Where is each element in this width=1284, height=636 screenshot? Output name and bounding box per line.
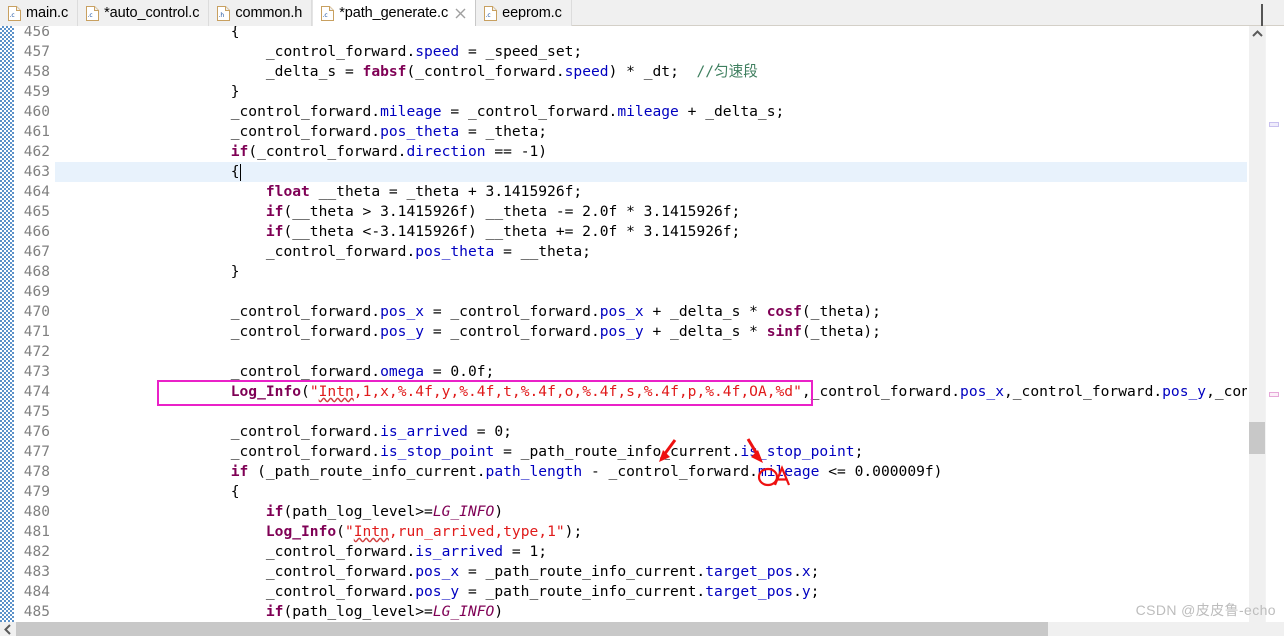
code-line[interactable]: _control_forward.omega = 0.0f; xyxy=(55,362,1247,382)
code-line[interactable]: _control_forward.pos_theta = _theta; xyxy=(55,122,1247,142)
code-line[interactable]: _control_forward.pos_x = _control_forwar… xyxy=(55,302,1247,322)
code-line[interactable]: _control_forward.is_stop_point = _path_r… xyxy=(55,442,1247,462)
code-line[interactable]: _control_forward.pos_y = _path_route_inf… xyxy=(55,582,1247,602)
code-line[interactable]: if(__theta > 3.1415926f) __theta -= 2.0f… xyxy=(55,202,1247,222)
line-number-gutter: 456 457 458 459 460 461 462 463 464 465 466 467 468 4… xyxy=(14,26,55,636)
line-number: 482 xyxy=(23,544,50,560)
line-number: 459 xyxy=(23,84,50,100)
tab-label: main.c xyxy=(26,5,69,21)
code-line[interactable]: if(path_log_level>=LG_INFO) xyxy=(55,602,1247,622)
overview-marker xyxy=(1269,392,1279,397)
code-line[interactable]: _control_forward.pos_y = _control_forwar… xyxy=(55,322,1247,342)
code-line[interactable]: float __theta = _theta + 3.1415926f; xyxy=(55,182,1247,202)
chevron-left-icon[interactable] xyxy=(0,622,16,636)
line-number: 461 xyxy=(23,124,50,140)
line-number: 470 xyxy=(23,304,50,320)
tab-eeprom-c[interactable]: .c eeprom.c xyxy=(476,0,572,26)
code-line[interactable]: { xyxy=(55,482,1247,502)
tab-auto-control-c[interactable]: .c *auto_control.c xyxy=(78,0,210,26)
line-number: 467 xyxy=(23,244,50,260)
line-number: 468 xyxy=(23,264,50,280)
line-number: 465 xyxy=(23,204,50,220)
line-number: 481 xyxy=(23,524,50,540)
code-line[interactable]: Log_Info("Intn,1,x,%.4f,y,%.4f,t,%.4f,o,… xyxy=(55,382,1247,402)
code-line[interactable]: if(path_log_level>=LG_INFO) xyxy=(55,502,1247,522)
h-file-icon: .h xyxy=(217,5,231,21)
line-number: 463 xyxy=(23,164,50,180)
code-line[interactable]: _control_forward.pos_theta = __theta; xyxy=(55,242,1247,262)
line-number: 479 xyxy=(23,484,50,500)
code-line[interactable]: _control_forward.is_arrived = 0; xyxy=(55,422,1247,442)
code-text-area[interactable]: { _control_forward.speed = _speed_set; _… xyxy=(55,26,1247,622)
text-caret xyxy=(239,164,241,181)
c-file-icon: .c xyxy=(321,5,335,21)
code-line[interactable]: } xyxy=(55,262,1247,282)
line-number: 474 xyxy=(23,384,50,400)
tab-label: eeprom.c xyxy=(502,5,562,21)
c-file-icon: .c xyxy=(484,5,498,21)
line-number: 464 xyxy=(23,184,50,200)
overview-ruler[interactable] xyxy=(1265,26,1284,622)
code-line[interactable]: _control_forward.mileage = _control_forw… xyxy=(55,102,1247,122)
line-number: 477 xyxy=(23,444,50,460)
vertical-scrollbar-thumb[interactable] xyxy=(1249,422,1266,454)
tab-path-generate-c[interactable]: .c *path_generate.c xyxy=(312,0,477,26)
code-line[interactable]: _delta_s = fabsf(_control_forward.speed)… xyxy=(55,62,1247,82)
line-number: 466 xyxy=(23,224,50,240)
editor-tab-bar: .c main.c .c *auto_control.c .h common.h xyxy=(0,0,1284,27)
code-line[interactable]: if (_path_route_info_current.path_length… xyxy=(55,462,1247,482)
horizontal-scrollbar-thumb[interactable] xyxy=(16,622,1048,636)
line-number: 460 xyxy=(23,104,50,120)
svg-text:.h: .h xyxy=(219,12,225,19)
line-number: 473 xyxy=(23,364,50,380)
line-number: 478 xyxy=(23,464,50,480)
code-line[interactable]: _control_forward.speed = _speed_set; xyxy=(55,42,1247,62)
line-number: 484 xyxy=(23,584,50,600)
code-line[interactable]: { xyxy=(55,162,1247,182)
code-editor[interactable]: 456 457 458 459 460 461 462 463 464 465 466 467 468 4… xyxy=(0,26,1284,636)
code-line[interactable] xyxy=(55,342,1247,362)
code-line[interactable] xyxy=(55,402,1247,422)
code-line[interactable]: _control_forward.is_arrived = 1; xyxy=(55,542,1247,562)
minimize-icon[interactable] xyxy=(1238,7,1251,20)
code-line[interactable]: { xyxy=(55,26,1247,42)
svg-text:.c: .c xyxy=(486,12,491,19)
maximize-icon[interactable] xyxy=(1261,3,1274,27)
close-icon[interactable] xyxy=(455,8,466,19)
line-number: 471 xyxy=(23,324,50,340)
line-number: 462 xyxy=(23,144,50,160)
vertical-scrollbar[interactable] xyxy=(1249,26,1266,622)
c-file-icon: .c xyxy=(8,5,21,21)
svg-text:.c: .c xyxy=(88,12,93,19)
c-file-icon: .c xyxy=(86,5,100,21)
code-line[interactable] xyxy=(55,282,1247,302)
tab-label: common.h xyxy=(235,5,303,21)
line-number: 475 xyxy=(23,404,50,420)
watermark: CSDN @皮皮鲁-echo xyxy=(1135,602,1276,618)
tab-main-c[interactable]: .c main.c xyxy=(0,0,79,26)
svg-text:.c: .c xyxy=(10,12,15,19)
chevron-up-icon[interactable] xyxy=(1249,26,1266,42)
line-number: 476 xyxy=(23,424,50,440)
code-line[interactable]: if(_control_forward.direction == -1) xyxy=(55,142,1247,162)
line-number: 469 xyxy=(23,284,50,300)
code-line[interactable]: _control_forward.pos_x = _path_route_inf… xyxy=(55,562,1247,582)
window-controls xyxy=(1238,0,1280,27)
overview-marker xyxy=(1269,122,1279,127)
tab-label: *auto_control.c xyxy=(104,5,200,21)
line-number: 457 xyxy=(23,44,50,60)
code-line[interactable]: if(__theta <-3.1415926f) __theta += 2.0f… xyxy=(55,222,1247,242)
line-number: 458 xyxy=(23,64,50,80)
line-number: 456 xyxy=(23,26,50,40)
code-line[interactable]: } xyxy=(55,82,1247,102)
horizontal-scrollbar[interactable] xyxy=(0,622,1284,636)
tab-common-h[interactable]: .h common.h xyxy=(209,0,313,26)
line-number: 483 xyxy=(23,564,50,580)
tab-label: *path_generate.c xyxy=(339,5,449,21)
code-line[interactable]: Log_Info("Intn,run_arrived,type,1"); xyxy=(55,522,1247,542)
svg-text:.c: .c xyxy=(323,12,328,19)
line-number: 480 xyxy=(23,504,50,520)
line-number: 485 xyxy=(23,604,50,620)
line-number: 472 xyxy=(23,344,50,360)
